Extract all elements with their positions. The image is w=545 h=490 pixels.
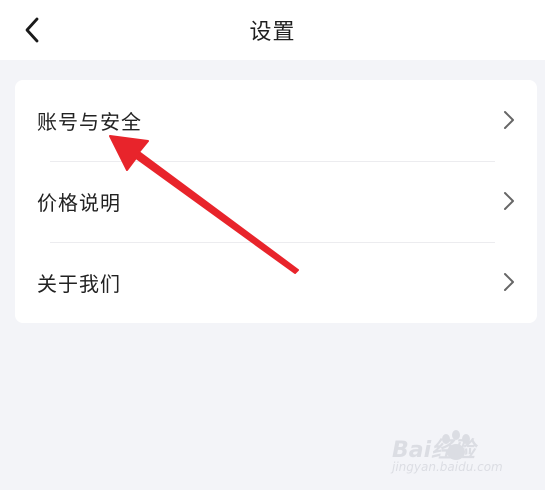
- top-bar: 设置: [0, 0, 545, 60]
- watermark-url: jingyan.baidu.com: [392, 460, 503, 474]
- settings-menu-card: 账号与安全 价格说明 关于我们: [15, 80, 537, 323]
- chevron-right-icon: [504, 111, 514, 129]
- baidu-jingyan-watermark: Bai经验 jingyan.baidu.com: [392, 430, 532, 480]
- menu-item-label: 关于我们: [37, 272, 121, 296]
- page-title: 设置: [249, 20, 296, 45]
- chevron-right-icon: [504, 192, 514, 210]
- chevron-right-icon: [504, 273, 514, 291]
- menu-item-pricing[interactable]: 价格说明: [15, 161, 537, 242]
- menu-item-account-security[interactable]: 账号与安全: [15, 80, 537, 161]
- menu-item-label: 账号与安全: [37, 110, 142, 134]
- menu-item-label: 价格说明: [37, 191, 121, 215]
- menu-item-about-us[interactable]: 关于我们: [15, 242, 537, 323]
